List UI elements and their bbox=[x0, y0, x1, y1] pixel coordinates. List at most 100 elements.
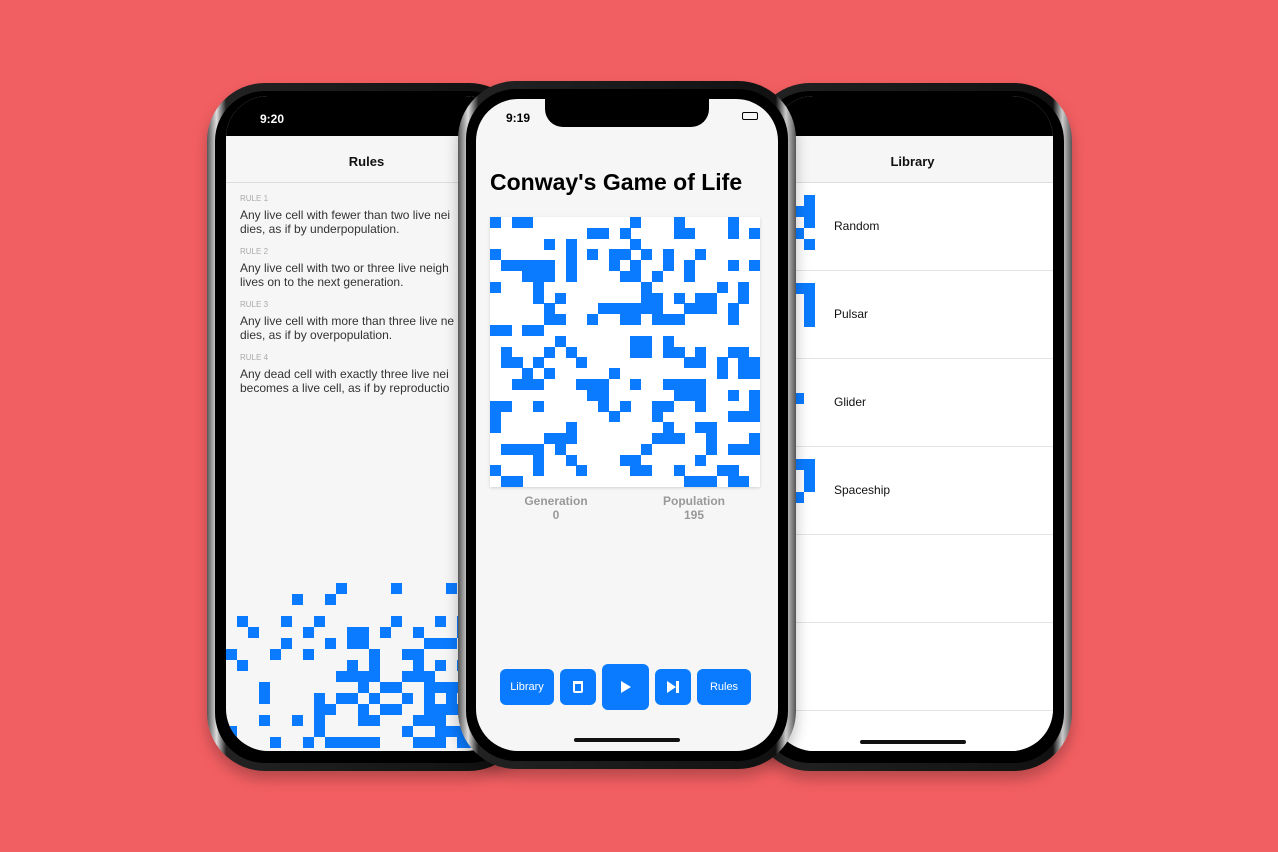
live-cell bbox=[490, 281, 502, 293]
step-button[interactable] bbox=[655, 669, 691, 705]
live-cell bbox=[630, 346, 642, 358]
library-item[interactable]: Random bbox=[772, 183, 1053, 271]
live-cell bbox=[630, 303, 642, 315]
decorative-cell bbox=[435, 682, 446, 693]
library-item-label: Pulsar bbox=[834, 307, 869, 321]
live-cell bbox=[738, 346, 750, 358]
live-cell bbox=[533, 357, 545, 369]
decorative-cell bbox=[402, 649, 413, 660]
live-cell bbox=[706, 422, 718, 434]
live-cell bbox=[673, 346, 685, 358]
live-cell bbox=[565, 271, 577, 283]
live-cell bbox=[652, 271, 664, 283]
decorative-cell bbox=[424, 682, 435, 693]
play-button[interactable] bbox=[602, 664, 649, 710]
decorative-cell bbox=[226, 726, 237, 737]
live-cell bbox=[511, 357, 523, 369]
decorative-cell bbox=[358, 671, 369, 682]
live-cell bbox=[641, 346, 653, 358]
live-cell bbox=[716, 368, 728, 380]
live-cell bbox=[662, 346, 674, 358]
live-cell bbox=[630, 379, 642, 391]
decorative-cell bbox=[237, 660, 248, 671]
live-cell bbox=[706, 303, 718, 315]
live-cell bbox=[587, 314, 599, 326]
live-cell bbox=[684, 260, 696, 272]
live-cell bbox=[619, 454, 631, 466]
game-board[interactable] bbox=[490, 217, 761, 488]
pattern-cell bbox=[804, 206, 815, 217]
live-cell bbox=[630, 314, 642, 326]
decorative-cell bbox=[248, 627, 259, 638]
decorative-cell bbox=[446, 693, 457, 704]
decorative-cell bbox=[402, 726, 413, 737]
live-cell bbox=[565, 346, 577, 358]
live-cell bbox=[619, 227, 631, 239]
live-cell bbox=[500, 443, 512, 455]
decorative-cell bbox=[391, 583, 402, 594]
library-button[interactable]: Library bbox=[500, 669, 554, 705]
library-item[interactable]: Spaceship bbox=[772, 447, 1053, 535]
live-cell bbox=[554, 292, 566, 304]
decorative-cell bbox=[413, 671, 424, 682]
live-cell bbox=[673, 227, 685, 239]
live-cell bbox=[490, 422, 502, 434]
live-cell bbox=[533, 325, 545, 337]
live-cell bbox=[522, 325, 534, 337]
live-cell bbox=[500, 400, 512, 412]
live-cell bbox=[738, 281, 750, 293]
live-cell bbox=[684, 271, 696, 283]
step-forward-icon bbox=[667, 681, 676, 693]
live-cell bbox=[576, 357, 588, 369]
live-cell bbox=[598, 303, 610, 315]
population-label: Population bbox=[663, 494, 725, 508]
decorative-cell bbox=[314, 726, 325, 737]
live-cell bbox=[587, 249, 599, 261]
pattern-cell bbox=[804, 459, 815, 470]
live-cell bbox=[598, 227, 610, 239]
clear-button[interactable] bbox=[560, 669, 596, 705]
decorative-cell bbox=[347, 737, 358, 748]
decorative-cell bbox=[358, 737, 369, 748]
live-cell bbox=[533, 281, 545, 293]
live-cell bbox=[652, 400, 664, 412]
decorative-cell bbox=[391, 682, 402, 693]
decorative-cell bbox=[424, 693, 435, 704]
live-cell bbox=[695, 303, 707, 315]
generation-stat: Generation 0 bbox=[516, 494, 596, 522]
live-cell bbox=[673, 379, 685, 391]
live-cell bbox=[511, 260, 523, 272]
live-cell bbox=[706, 433, 718, 445]
decorative-cell bbox=[358, 682, 369, 693]
decorative-cell bbox=[435, 737, 446, 748]
decorative-cell bbox=[369, 693, 380, 704]
live-cell bbox=[554, 335, 566, 347]
decorative-cell bbox=[336, 671, 347, 682]
decorative-cell bbox=[347, 671, 358, 682]
live-cell bbox=[500, 260, 512, 272]
live-cell bbox=[662, 379, 674, 391]
live-cell bbox=[727, 389, 739, 401]
live-cell bbox=[511, 379, 523, 391]
live-cell bbox=[554, 443, 566, 455]
live-cell bbox=[619, 303, 631, 315]
live-cell bbox=[641, 249, 653, 261]
live-cell bbox=[533, 260, 545, 272]
live-cell bbox=[511, 217, 523, 229]
live-cell bbox=[598, 400, 610, 412]
decorative-cell bbox=[413, 649, 424, 660]
live-cell bbox=[695, 249, 707, 261]
library-item[interactable]: Glider bbox=[772, 359, 1053, 447]
live-cell bbox=[544, 314, 556, 326]
live-cell bbox=[738, 411, 750, 423]
live-cell bbox=[695, 357, 707, 369]
rules-button[interactable]: Rules bbox=[697, 669, 751, 705]
live-cell bbox=[544, 238, 556, 250]
decorative-cell bbox=[446, 682, 457, 693]
live-cell bbox=[641, 335, 653, 347]
live-cell bbox=[500, 357, 512, 369]
live-cell bbox=[716, 465, 728, 477]
library-empty-row bbox=[772, 535, 1053, 623]
library-item[interactable]: Pulsar bbox=[772, 271, 1053, 359]
live-cell bbox=[662, 249, 674, 261]
